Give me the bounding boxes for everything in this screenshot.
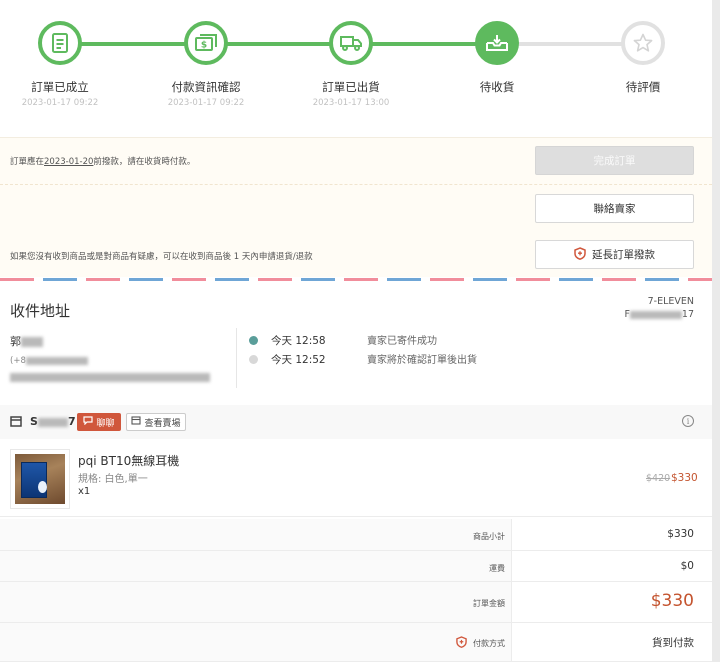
order-totals: 商品小計 $330 運費 $0 訂單金額 $330 付款方式 貨到付款 — [0, 519, 712, 662]
shop-bar: S7 聊聊 查看賣場 i — [0, 405, 712, 439]
total-row-payment-method: 付款方式 貨到付款 — [0, 623, 712, 662]
total-label: 商品小計 — [473, 532, 505, 541]
total-row-order-amount: 訂單金額 $330 — [0, 582, 712, 623]
step-label: 付款資訊確認 — [171, 80, 241, 94]
total-label: 訂單金額 — [473, 599, 505, 608]
scrollbar-track[interactable] — [712, 0, 720, 662]
payout-notice: 訂單應在2023-01-20前撥款，請在收貨時付款。 — [10, 157, 196, 167]
recipient-phone: (+8 — [10, 356, 88, 366]
step-date: 2023-01-17 09:22 — [167, 98, 245, 108]
tracking-dot-current — [249, 336, 258, 345]
extend-payout-button[interactable]: 延長訂單撥款 — [535, 240, 694, 269]
view-shop-button[interactable]: 查看賣場 — [126, 413, 186, 431]
total-label: 運費 — [489, 564, 505, 573]
tracking-time: 今天 12:52 — [271, 354, 326, 366]
step-awaiting-receipt: 待收貨 — [427, 21, 567, 98]
payment-method-value: 貨到付款 — [652, 637, 694, 649]
truck-icon — [329, 21, 373, 65]
chat-label: 聊聊 — [96, 418, 115, 429]
total-row-subtotal: 商品小計 $330 — [0, 519, 712, 551]
pickup-store: 7-ELEVEN F 17 — [624, 295, 694, 321]
star-icon — [621, 21, 665, 65]
svg-text:$: $ — [201, 41, 207, 51]
shop-name[interactable]: S7 — [30, 415, 76, 428]
step-awaiting-review: 待評價 — [573, 21, 713, 98]
tracking-desc: 賣家已寄件成功 — [367, 336, 437, 347]
total-value: $330 — [667, 528, 694, 540]
shipping-address-section: 收件地址 7-ELEVEN F 17 郭 (+8 今天 12:58 賣家已寄件成功… — [0, 283, 712, 403]
product-spec: 規格: 白色,單一 — [78, 474, 148, 485]
inbox-icon — [475, 21, 519, 65]
address-divider — [236, 328, 237, 388]
total-value: $0 — [680, 560, 694, 572]
envelope-divider — [0, 278, 712, 281]
extend-payout-label: 延長訂單撥款 — [592, 249, 655, 261]
shield-icon — [574, 246, 586, 263]
order-amount-value: $330 — [650, 591, 694, 611]
step-label: 待評價 — [625, 80, 661, 94]
address-title: 收件地址 — [10, 302, 71, 320]
refund-notice: 如果您沒有收到商品或是對商品有疑慮，可以在收到商品後 1 天內申請退貨/退款 — [10, 252, 313, 262]
info-icon[interactable]: i — [682, 415, 694, 427]
sale-price: $330 — [671, 472, 698, 484]
tracking-dot-past — [249, 355, 258, 364]
payment-method-label: 付款方式 — [456, 636, 505, 650]
total-row-shipping: 運費 $0 — [0, 551, 712, 582]
shield-icon — [456, 636, 467, 650]
product-row[interactable]: pqi BT10無線耳機 規格: 白色,單一 x1 $420 $330 — [0, 439, 712, 517]
contact-seller-button[interactable]: 聯絡賣家 — [535, 194, 694, 223]
product-image[interactable] — [10, 449, 70, 509]
product-quantity: x1 — [78, 486, 91, 497]
step-label: 訂單已出貨 — [322, 80, 380, 94]
step-order-created: 訂單已成立 2023-01-17 09:22 — [0, 21, 130, 108]
step-shipped: 訂單已出貨 2023-01-17 13:00 — [281, 21, 421, 108]
payout-date: 2023-01-20 — [44, 157, 94, 167]
store-code: F 17 — [624, 309, 694, 320]
recipient-address — [10, 373, 210, 383]
order-progress-stepper: 訂單已成立 2023-01-17 09:22 $ 付款資訊確認 2023-01-… — [0, 0, 712, 135]
tracking-desc: 賣家將於確認訂單後出貨 — [367, 355, 477, 366]
store-icon — [131, 416, 142, 428]
recipient-name: 郭 — [10, 333, 43, 349]
chat-icon — [83, 416, 94, 428]
step-payment-confirmed: $ 付款資訊確認 2023-01-17 09:22 — [136, 21, 276, 108]
step-date: 2023-01-17 13:00 — [312, 98, 390, 108]
store-name: 7-ELEVEN — [647, 296, 694, 307]
tracking-time: 今天 12:58 — [271, 335, 326, 347]
money-icon: $ — [184, 21, 228, 65]
complete-order-button[interactable]: 完成訂單 — [535, 146, 694, 175]
view-shop-label: 查看賣場 — [144, 418, 181, 429]
step-label: 待收貨 — [479, 80, 515, 94]
order-action-panel: 訂單應在2023-01-20前撥款，請在收貨時付款。 如果您沒有收到商品或是對商… — [0, 137, 712, 277]
step-date: 2023-01-17 09:22 — [21, 98, 99, 108]
receipt-icon — [38, 21, 82, 65]
original-price: $420 — [646, 473, 671, 484]
chat-button[interactable]: 聊聊 — [77, 413, 121, 431]
step-label: 訂單已成立 — [31, 80, 89, 94]
product-name[interactable]: pqi BT10無線耳機 — [78, 452, 179, 469]
shop-icon — [10, 416, 22, 430]
